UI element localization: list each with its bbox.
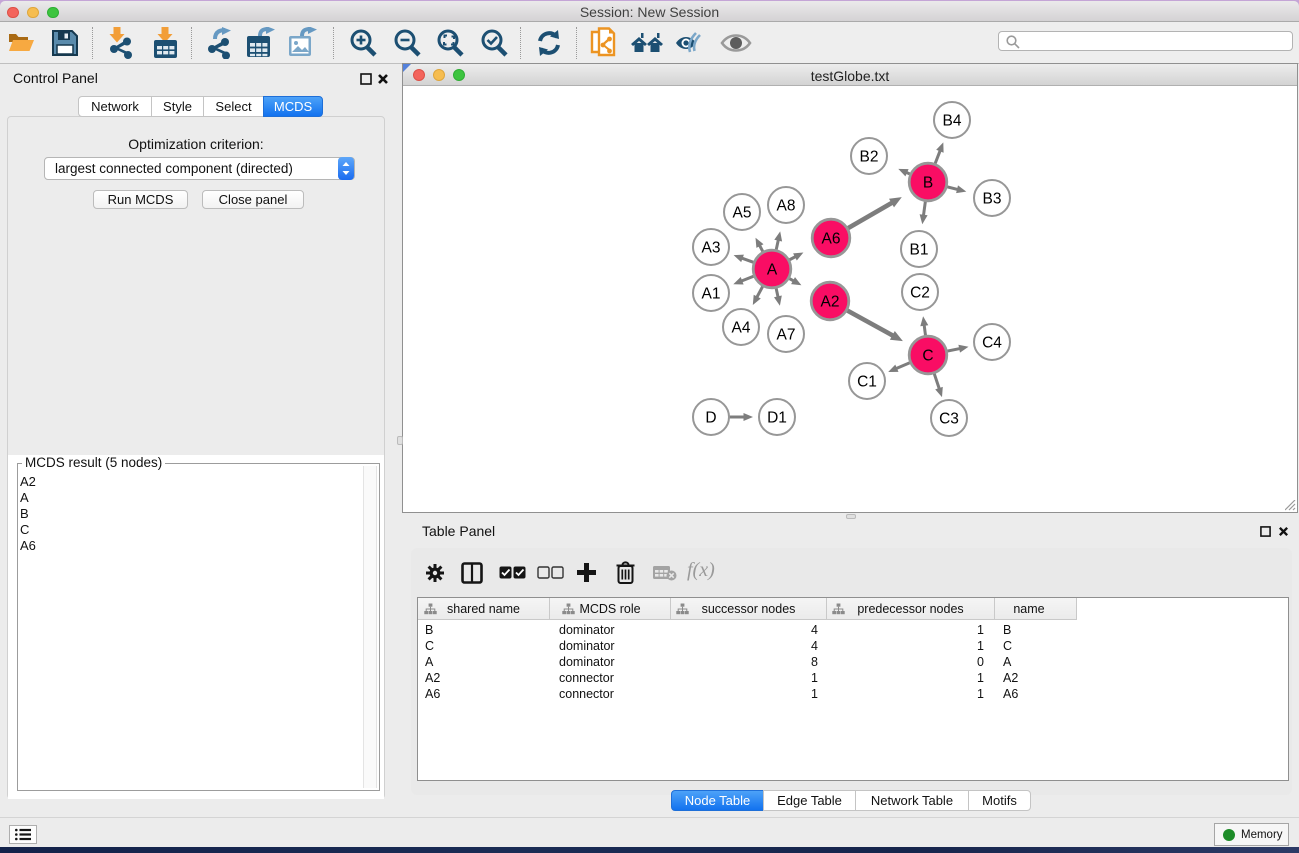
svg-text:A: A — [767, 262, 778, 279]
svg-text:B4: B4 — [943, 113, 962, 130]
svg-text:C2: C2 — [910, 285, 930, 302]
svg-text:C1: C1 — [857, 374, 877, 391]
svg-text:A6: A6 — [822, 231, 841, 248]
svg-text:A3: A3 — [702, 240, 721, 257]
svg-text:D1: D1 — [767, 410, 787, 427]
svg-text:B: B — [923, 175, 933, 192]
svg-text:A1: A1 — [702, 286, 721, 303]
svg-text:A7: A7 — [777, 327, 796, 344]
svg-text:A8: A8 — [777, 198, 796, 215]
svg-text:B2: B2 — [860, 149, 879, 166]
svg-text:C4: C4 — [982, 335, 1002, 352]
svg-text:A2: A2 — [821, 294, 840, 311]
svg-text:C: C — [922, 348, 933, 365]
svg-text:A5: A5 — [733, 205, 752, 222]
svg-text:C3: C3 — [939, 411, 959, 428]
svg-text:B3: B3 — [983, 191, 1002, 208]
svg-text:D: D — [705, 410, 716, 427]
svg-text:B1: B1 — [910, 242, 929, 259]
svg-text:A4: A4 — [732, 320, 751, 337]
